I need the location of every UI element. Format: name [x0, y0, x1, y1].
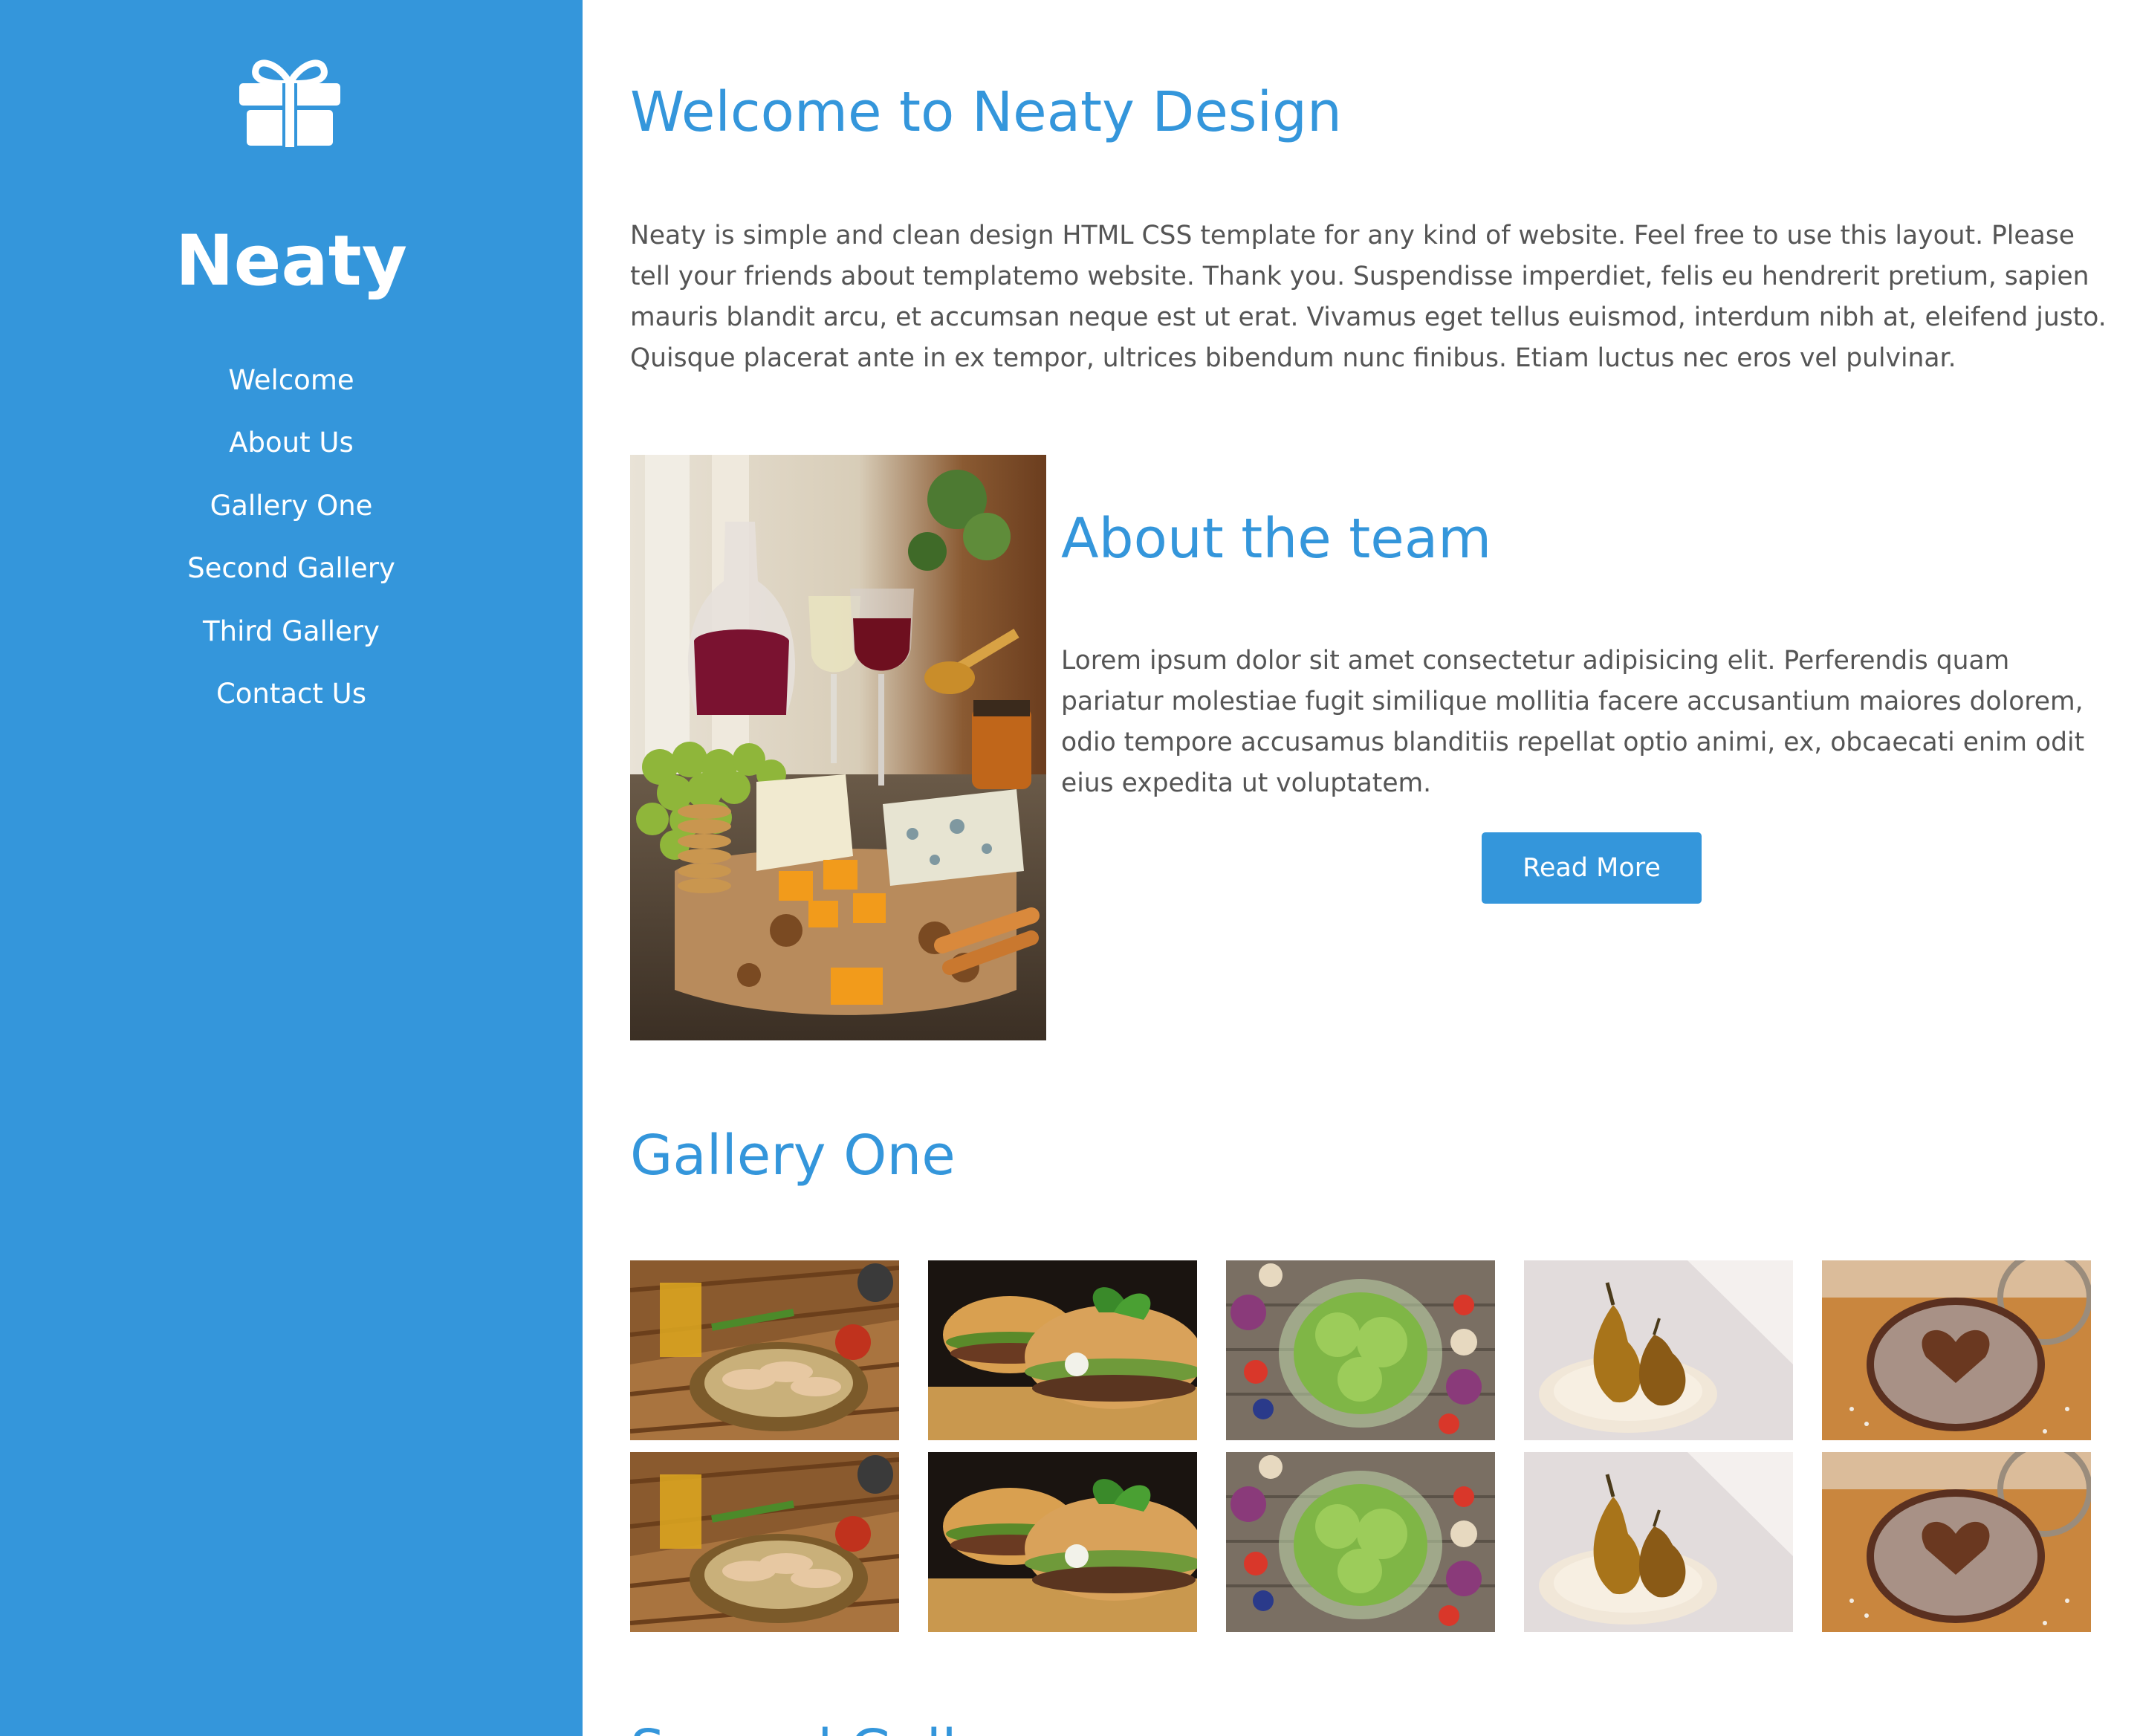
- gallery-one-title: Gallery One: [630, 1124, 956, 1188]
- gift-icon[interactable]: [236, 54, 343, 147]
- gallery-thumb-burger[interactable]: [928, 1452, 1197, 1632]
- read-more-button[interactable]: Read More: [1482, 832, 1702, 904]
- brand-title: Neaty: [175, 221, 408, 302]
- nav-item-third-gallery[interactable]: Third Gallery: [0, 600, 583, 663]
- nav-item-about-us[interactable]: About Us: [0, 412, 583, 474]
- second-gallery-title: Second Gallery: [630, 1709, 1045, 1736]
- gallery-thumb-burger[interactable]: [928, 1260, 1197, 1440]
- gallery-thumb-pears[interactable]: [1524, 1452, 1793, 1632]
- about-title: About the team: [1061, 507, 1492, 571]
- nav-item-gallery-one[interactable]: Gallery One: [0, 475, 583, 537]
- gallery-thumb-cookie[interactable]: [1822, 1260, 2091, 1440]
- nav-item-welcome[interactable]: Welcome: [0, 349, 583, 412]
- gallery-thumb-pears[interactable]: [1524, 1260, 1793, 1440]
- sidebar: Neaty Welcome About Us Gallery One Secon…: [0, 0, 583, 1736]
- nav-item-second-gallery[interactable]: Second Gallery: [0, 537, 583, 600]
- about-image: [630, 455, 1046, 1040]
- welcome-title: Welcome to Neaty Design: [630, 80, 1342, 144]
- sidebar-nav: Welcome About Us Gallery One Second Gall…: [0, 349, 583, 725]
- about-text: Lorem ipsum dolor sit amet consectetur a…: [1061, 646, 2085, 798]
- gallery-thumb-spring-rolls[interactable]: [630, 1452, 899, 1632]
- gallery-thumb-salad[interactable]: [1226, 1452, 1495, 1632]
- gallery-thumb-spring-rolls[interactable]: [630, 1260, 899, 1440]
- main-content: Welcome to Neaty Design Neaty is simple …: [630, 0, 2116, 1736]
- nav-item-contact-us[interactable]: Contact Us: [0, 663, 583, 725]
- gallery-thumb-cookie[interactable]: [1822, 1452, 2091, 1632]
- welcome-text: Neaty is simple and clean design HTML CS…: [630, 221, 2107, 373]
- gallery-thumb-salad[interactable]: [1226, 1260, 1495, 1440]
